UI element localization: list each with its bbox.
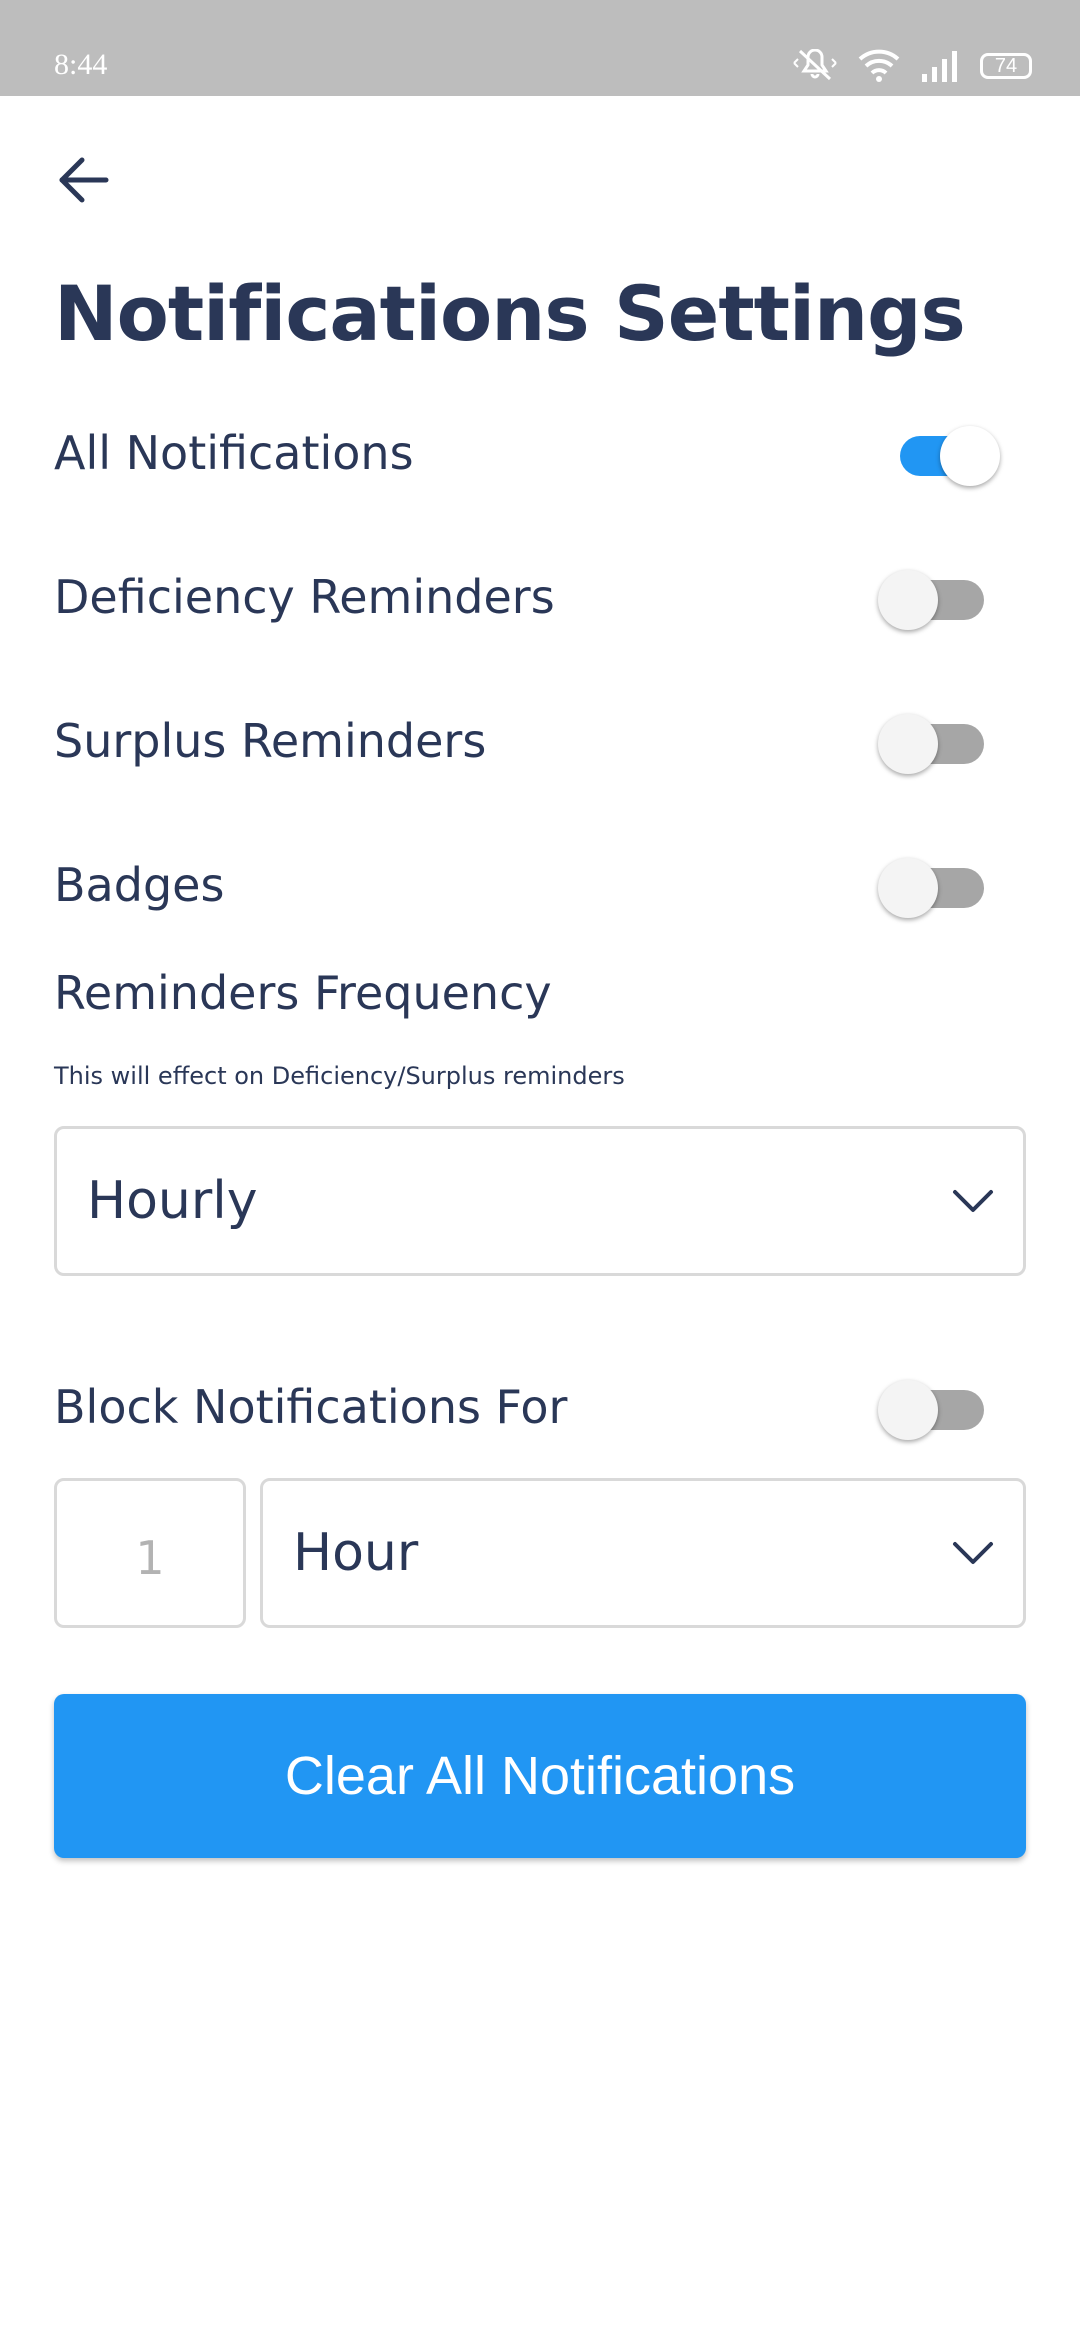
chevron-down-icon — [953, 1190, 993, 1212]
battery-level: 74 — [994, 54, 1018, 77]
status-icons: 74 — [792, 46, 1032, 86]
toggle-knob — [878, 858, 938, 918]
back-button[interactable] — [54, 150, 114, 210]
wifi-icon — [858, 49, 900, 82]
badges-label: Badges — [54, 858, 225, 912]
reminders-frequency-label: Reminders Frequency — [54, 966, 552, 1020]
toggle-knob — [878, 570, 938, 630]
all-notifications-toggle[interactable] — [888, 422, 1000, 486]
block-unit-select[interactable]: Hour — [260, 1478, 1026, 1628]
all-notifications-label: All Notifications — [54, 426, 414, 480]
block-notifications-toggle[interactable] — [878, 1376, 988, 1440]
block-notifications-label: Block Notifications For — [54, 1380, 568, 1434]
clear-all-notifications-button[interactable]: Clear All Notifications — [54, 1694, 1026, 1858]
surplus-reminders-label: Surplus Reminders — [54, 714, 487, 768]
frequency-select[interactable]: Hourly — [54, 1126, 1026, 1276]
toggle-knob — [940, 426, 1000, 486]
block-unit-selected-value: Hour — [293, 1523, 419, 1583]
status-bar: 8:44 74 — [0, 0, 1080, 96]
surplus-reminders-toggle[interactable] — [878, 710, 988, 774]
deficiency-reminders-label: Deficiency Reminders — [54, 570, 555, 624]
block-amount-input[interactable]: 1 — [54, 1478, 246, 1628]
badges-toggle[interactable] — [878, 854, 988, 918]
deficiency-reminders-toggle[interactable] — [878, 566, 988, 630]
frequency-selected-value: Hourly — [87, 1171, 258, 1231]
mute-icon — [793, 49, 837, 81]
signal-icon — [922, 51, 957, 82]
frequency-helper-text: This will effect on Deficiency/Surplus r… — [54, 1062, 625, 1090]
chevron-down-icon — [953, 1542, 993, 1564]
toggle-knob — [878, 1380, 938, 1440]
battery-icon: 74 — [980, 53, 1032, 79]
toggle-knob — [878, 714, 938, 774]
status-time: 8:44 — [54, 48, 108, 81]
block-amount-placeholder: 1 — [135, 1531, 165, 1585]
arrow-left-icon — [59, 157, 109, 203]
page-title: Notifications Settings — [54, 269, 966, 358]
